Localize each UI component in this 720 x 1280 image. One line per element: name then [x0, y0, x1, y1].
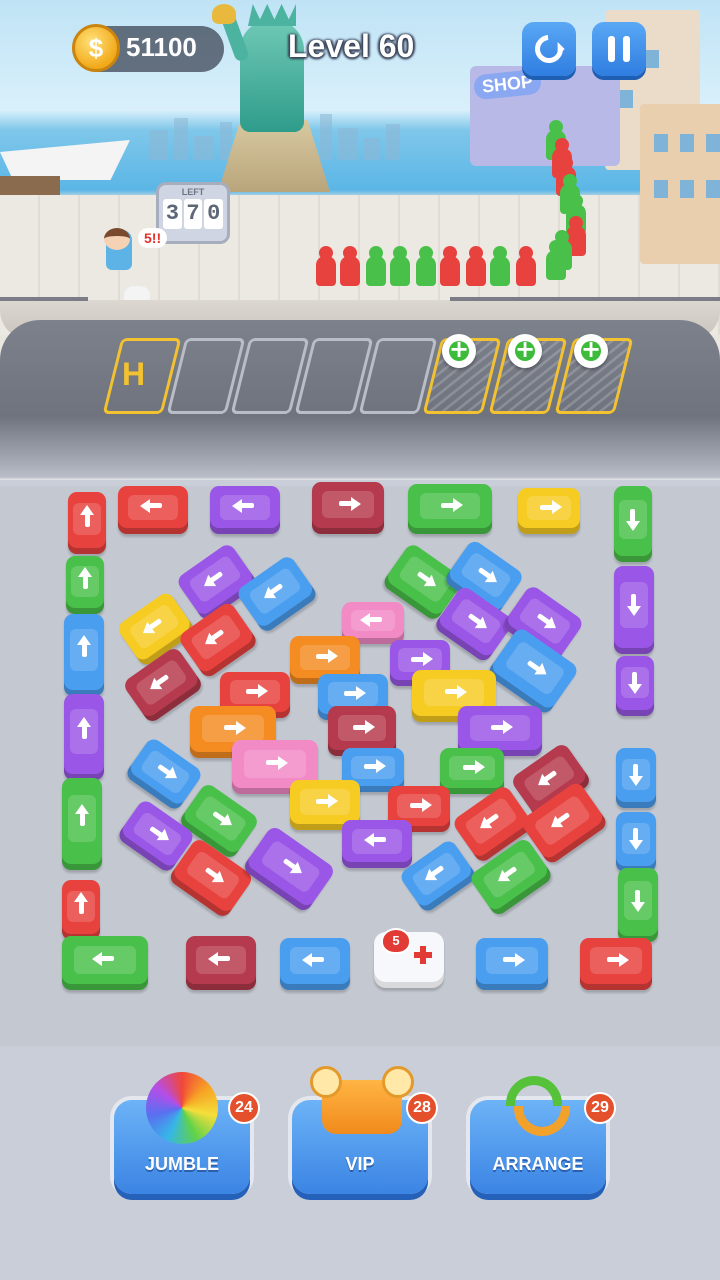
yellow-car[interactable]: [518, 488, 580, 534]
vip-passenger-head: [104, 228, 130, 250]
maroon-car[interactable]: [186, 936, 256, 990]
green-car[interactable]: [66, 556, 104, 614]
ferry-boat: [0, 140, 130, 180]
blue-car[interactable]: [616, 748, 656, 808]
green-car[interactable]: [618, 868, 658, 942]
restart-icon: [529, 29, 569, 69]
counter-digit: 3: [163, 199, 182, 229]
statue-crown: [248, 4, 296, 26]
coin-value: 51100: [126, 32, 197, 62]
booster-label: JUMBLE: [144, 1154, 219, 1174]
pause-icon: [608, 36, 630, 62]
vip-booster-button[interactable]: VIP 28: [292, 1066, 438, 1194]
waiting-passenger: [440, 246, 460, 286]
arrange-booster-button[interactable]: ARRANGE 29: [470, 1076, 616, 1194]
counter-digit: 7: [183, 199, 203, 229]
booster-count-badge: 28: [406, 1092, 438, 1124]
waiting-passenger: [390, 246, 410, 286]
window: [645, 50, 659, 68]
vip-helicopter-car-icon: [310, 1066, 414, 1134]
waiting-passenger: [466, 246, 486, 286]
booster-label: ARRANGE: [492, 1154, 584, 1174]
coin-icon: $: [72, 24, 120, 72]
window: [654, 180, 668, 198]
waiting-passenger: [340, 246, 360, 286]
add-slot-icon[interactable]: [574, 334, 608, 368]
waiting-passenger: [552, 230, 572, 270]
waiting-passenger: [416, 246, 436, 286]
pause-button[interactable]: [592, 22, 646, 76]
window: [680, 134, 694, 152]
purple-car[interactable]: [342, 820, 412, 868]
window: [619, 90, 633, 108]
purple-car[interactable]: [614, 566, 654, 654]
green-car[interactable]: [614, 486, 652, 562]
purple-car[interactable]: [64, 694, 104, 780]
torch-icon: [212, 4, 236, 24]
blue-car[interactable]: [476, 938, 548, 990]
window: [706, 134, 720, 152]
green-car[interactable]: [408, 484, 492, 534]
red-car[interactable]: [68, 492, 106, 554]
booster-count-badge: 24: [228, 1092, 260, 1124]
railing: [450, 297, 720, 301]
green-car[interactable]: [440, 748, 504, 794]
red-car[interactable]: [62, 880, 100, 940]
purple-car[interactable]: [616, 656, 654, 716]
jumble-booster-button[interactable]: JUMBLE 24: [114, 1072, 260, 1194]
handicap-slot-letter: H: [122, 356, 146, 392]
maroon-car[interactable]: [312, 482, 384, 534]
green-car[interactable]: [62, 778, 102, 870]
level-title: Level 60: [288, 28, 415, 64]
purple-car[interactable]: [210, 486, 280, 534]
building: [640, 104, 720, 264]
add-slot-icon[interactable]: [508, 334, 542, 368]
rainbow-ball-icon: [146, 1072, 218, 1144]
window: [706, 180, 720, 198]
green-car[interactable]: [62, 936, 148, 990]
waiting-passenger: [490, 246, 510, 286]
add-slot-icon[interactable]: [442, 334, 476, 368]
blue-car[interactable]: [616, 812, 656, 872]
counter-digit: 0: [204, 199, 224, 229]
counter-caption: LEFT: [181, 187, 205, 197]
booster-label: VIP: [345, 1154, 375, 1174]
restart-button[interactable]: [522, 22, 576, 76]
speech-bubble: 5!!: [138, 228, 168, 248]
passengers-left-counter: LEFT 3 7 0: [156, 182, 230, 244]
blue-car[interactable]: [280, 938, 350, 990]
booster-count-badge: 29: [584, 1092, 616, 1124]
window: [680, 180, 694, 198]
railing: [0, 297, 88, 301]
blue-car[interactable]: [64, 614, 104, 696]
waiting-passenger: [516, 246, 536, 286]
red-car[interactable]: [580, 938, 652, 990]
waiting-passenger: [316, 246, 336, 286]
red-car[interactable]: [118, 486, 188, 534]
waiting-passenger: [366, 246, 386, 286]
counter-digits: 3 7 0: [163, 199, 224, 229]
heart-icon: 5: [381, 928, 411, 954]
arrange-arrows-icon: [506, 1076, 570, 1140]
window: [654, 134, 668, 152]
